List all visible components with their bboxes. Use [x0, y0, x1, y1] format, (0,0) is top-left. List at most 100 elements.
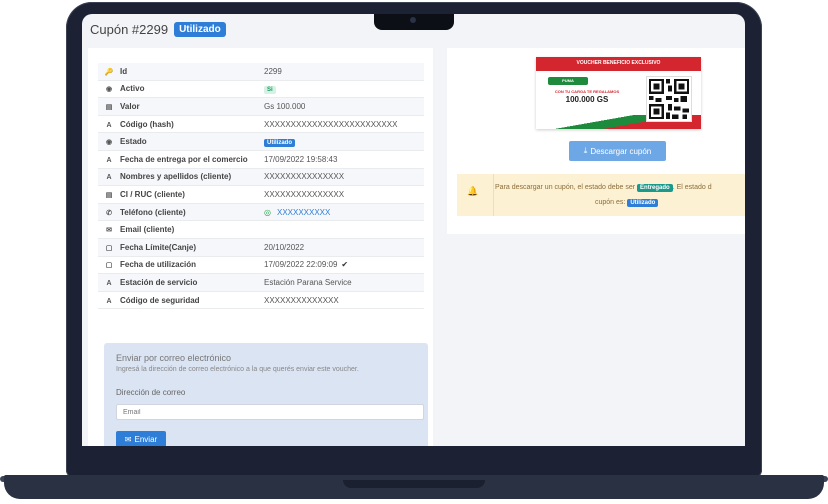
whatsapp-icon[interactable]: ◎ [264, 208, 271, 217]
details-table: 🔑 Id 2299 ◉ Activo Si ▤ Valor Gs 100.000 A Código … [98, 63, 424, 310]
laptop-groove [343, 480, 485, 488]
voucher-subtitle: CON TU CARGA TE REGALAMOS [554, 89, 620, 94]
state-badge: Utilizado [264, 139, 295, 148]
row-label-cell: ◉ Estado [98, 132, 264, 151]
row-label-cell: ✆ Teléfono (cliente) [98, 203, 264, 222]
table-row: 🔑 Id 2299 [98, 63, 424, 81]
table-row: ▢ Fecha de utilización 17/09/2022 22:09:09… [98, 256, 424, 275]
row-label-cell: A Fecha de entrega por el comercio [98, 150, 264, 169]
send-button-label: Enviar [134, 434, 158, 444]
calendar-icon: ▢ [105, 244, 113, 252]
row-value-cell: XXXXXXXXXXXXXXX [264, 185, 424, 204]
alert-badge-utilizado: Utilizado [627, 199, 659, 207]
row-label: Estación de servicio [120, 277, 198, 287]
row-label-cell: A Código (hash) [98, 115, 264, 134]
table-row: ▢ Fecha Límite(Canje) 20/10/2022 [98, 238, 424, 257]
table-row: ◉ Activo Si [98, 80, 424, 99]
row-label: Valor [120, 101, 140, 111]
voucher-amount: 100.000 GS [565, 95, 609, 104]
row-value: XXXXXXXXXXXXXXX [264, 189, 345, 199]
download-button-label: Descargar cupón [590, 146, 652, 156]
row-label: CI / RUC (cliente) [120, 189, 185, 199]
email-form: Enviar por correo electrónico Ingresá la… [104, 343, 428, 446]
title-row: Cupón #2299 Utilizado [90, 22, 226, 37]
row-value: Gs 100.000 [264, 101, 306, 111]
row-value-cell: 2299 [264, 63, 424, 81]
row-value: 20/10/2022 [264, 242, 305, 252]
row-label: Teléfono (cliente) [120, 207, 186, 217]
row-label: Id [120, 66, 128, 76]
alert-divider [493, 174, 494, 216]
send-button[interactable]: ✉ Enviar [116, 431, 166, 446]
row-value-cell: Estación Parana Service [264, 273, 424, 292]
toggle-icon: ◉ [105, 139, 113, 147]
row-value-cell: XXXXXXXXXXXXXX [264, 291, 424, 310]
row-label: Código de seguridad [120, 295, 200, 305]
row-value-cell: 17/09/2022 19:58:43 [264, 150, 424, 169]
text-icon: A [106, 279, 112, 287]
alert-badge-entregado: Entregado [637, 184, 673, 192]
row-value-cell: Utilizado [264, 132, 424, 151]
id-card-icon: ▤ [105, 191, 113, 199]
voucher-header: VOUCHER BENEFICIO EXCLUSIVO [576, 60, 661, 66]
alert-line-1: Para descargar un cupón, el estado debe … [495, 184, 712, 192]
row-value: 2299 [264, 66, 282, 76]
row-label: Fecha de utilización [120, 260, 197, 270]
row-label: Email (cliente) [120, 225, 175, 235]
page-title: Cupón #2299 [90, 22, 169, 37]
table-row: ✆ Teléfono (cliente) ◎ XXXXXXXXXX [98, 203, 424, 222]
row-value-cell: XXXXXXXXXXXXXXXXXXXXXXXXX [264, 115, 424, 134]
alert-line2-prefix: cupón es: [595, 199, 626, 206]
details-card: 🔑 Id 2299 ◉ Activo Si ▤ Valor Gs 100.000 A Código … [88, 48, 433, 446]
phone-link[interactable]: XXXXXXXXXX [277, 208, 330, 217]
row-label-cell: 🔑 Id [98, 63, 264, 81]
table-row: A Código (hash) XXXXXXXXXXXXXXXXXXXXXXXXX [98, 115, 424, 134]
row-label-cell: A Estación de servicio [98, 273, 264, 292]
email-form-title: Enviar por correo electrónico [116, 353, 232, 363]
row-label-cell: A Código de seguridad [98, 291, 264, 310]
row-label: Fecha de entrega por el comercio [120, 154, 248, 164]
alert-line-2: cupón es: Utilizado [595, 199, 659, 207]
row-value: XXXXXXXXXXXXXX [264, 295, 339, 305]
row-value: XXXXXXXXXXXXXXX [264, 172, 345, 182]
row-value: XXXXXXXXXXXXXXXXXXXXXXXXX [264, 119, 398, 129]
check-circle-icon: ✔ [341, 260, 349, 270]
envelope-icon: ✉ [106, 227, 112, 235]
download-coupon-button[interactable]: ⤓ Descargar cupón [569, 141, 666, 161]
row-value-cell: Gs 100.000 [264, 97, 424, 116]
alert-prefix: Para descargar un cupón, el estado debe … [495, 184, 636, 191]
download-alert: 🔔 Para descargar un cupón, el estado deb… [457, 174, 745, 216]
table-row: ◉ Estado Utilizado [98, 132, 424, 151]
toggle-icon: ◉ [105, 86, 113, 94]
row-label-cell: A Nombres y apellidos (cliente) [98, 168, 264, 187]
row-label: Estado [120, 137, 147, 147]
qr-code [646, 76, 692, 122]
table-row: A Código de seguridad XXXXXXXXXXXXXX [98, 291, 424, 310]
row-value-cell: XXXXXXXXXXXXXXX [264, 168, 424, 187]
row-value-cell: 20/10/2022 [264, 238, 424, 257]
table-row: A Nombres y apellidos (cliente) XXXXXXXXXX… [98, 168, 424, 187]
row-label-cell: ▤ CI / RUC (cliente) [98, 185, 264, 204]
alert-middle: . El estado d [672, 184, 712, 191]
screen: Cupón #2299 Utilizado 🔑 Id 2299 ◉ Activo Si ▤ V… [82, 14, 745, 446]
row-label-cell: ▢ Fecha de utilización [98, 256, 264, 275]
row-label: Activo [120, 84, 145, 94]
row-label-cell: ◉ Activo [98, 80, 264, 99]
download-icon: ⤓ [583, 146, 588, 155]
row-label-cell: ▢ Fecha Límite(Canje) [98, 238, 264, 257]
voucher-image: VOUCHER BENEFICIO EXCLUSIVO PUMA CON TU … [536, 57, 701, 129]
voucher-card: VOUCHER BENEFICIO EXCLUSIVO PUMA CON TU … [447, 48, 745, 234]
row-value-cell: 17/09/2022 22:09:09 ✔ [264, 256, 424, 275]
table-row: ▤ CI / RUC (cliente) XXXXXXXXXXXXXXX [98, 185, 424, 204]
envelope-icon: ✉ [124, 434, 132, 444]
row-value: Estación Parana Service [264, 277, 352, 287]
table-row: A Estación de servicio Estación Parana Ser… [98, 273, 424, 292]
table-row: A Fecha de entrega por el comercio 17/09/2… [98, 150, 424, 169]
voucher-logo: PUMA [548, 77, 588, 85]
email-form-description: Ingresá la dirección de correo electróni… [116, 366, 359, 373]
active-badge: Si [264, 86, 276, 95]
row-label-cell: ▤ Valor [98, 97, 264, 116]
email-field[interactable] [116, 404, 424, 420]
table-row: ▤ Valor Gs 100.000 [98, 97, 424, 116]
text-icon: A [106, 156, 112, 164]
